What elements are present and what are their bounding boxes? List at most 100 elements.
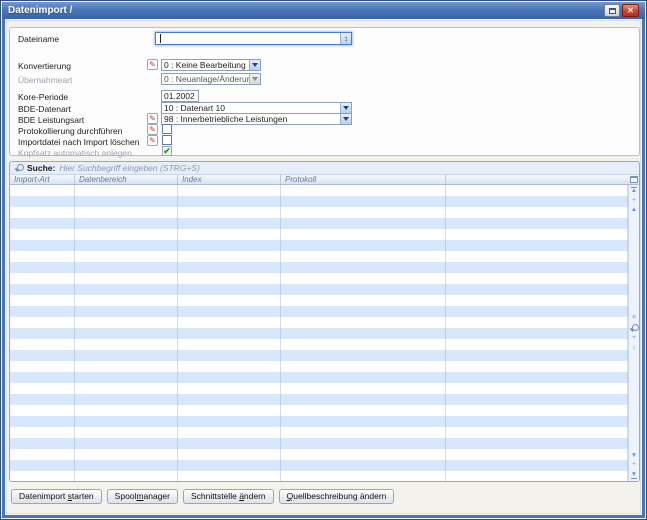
table-row[interactable] [10, 240, 628, 251]
quellbeschreibung-aendern-button[interactable]: Quellbeschreibung ändern [279, 489, 395, 504]
konvertierung-dropdown-button[interactable] [249, 60, 260, 70]
konvertierung-select[interactable]: 0 : Keine Bearbeitung [161, 59, 261, 71]
table-cell [281, 460, 446, 471]
spoolmanager-button[interactable]: Spoolmanager [107, 489, 178, 504]
table-cell [10, 218, 75, 229]
table-cell [178, 405, 281, 416]
konvertierung-value: 0 : Keine Bearbeitung [162, 60, 249, 70]
table-row[interactable] [10, 416, 628, 427]
table-row[interactable] [10, 328, 628, 339]
bde-leistungsart-dropdown-button[interactable] [340, 114, 351, 124]
table-cell [281, 295, 446, 306]
table-row[interactable] [10, 438, 628, 449]
dateiname-combobox[interactable]: ↕ [155, 32, 352, 45]
protokollierung-checkbox[interactable] [162, 124, 172, 134]
search-bar[interactable]: Suche: Hier Suchbegriff eingeben (STRG+S… [10, 162, 639, 175]
table-cell [446, 273, 628, 284]
importdatei-checkbox[interactable] [162, 135, 172, 145]
table-cell [178, 394, 281, 405]
table-cell [178, 207, 281, 218]
title-bar[interactable]: Datenimport / ✕ [2, 2, 645, 19]
table-row[interactable] [10, 427, 628, 438]
table-row[interactable] [10, 295, 628, 306]
bde-datenart-dropdown-button[interactable] [340, 103, 351, 113]
column-header-protokoll[interactable]: Protokoll [281, 175, 446, 184]
table-cell [446, 185, 628, 196]
table-row[interactable] [10, 361, 628, 372]
close-button[interactable]: ✕ [622, 4, 639, 17]
konvertierung-label: Konvertierung [18, 61, 71, 71]
table-row[interactable] [10, 317, 628, 328]
column-options-button[interactable] [628, 175, 639, 184]
insert-row-icon[interactable]: + [632, 198, 636, 205]
table-cell [10, 361, 75, 372]
table-row[interactable] [10, 394, 628, 405]
bde-leistungsart-edit-button[interactable]: ✎ [147, 113, 158, 124]
datenimport-starten-button[interactable]: Datenimport starten [11, 489, 102, 504]
table-row[interactable] [10, 339, 628, 350]
table-row[interactable] [10, 350, 628, 361]
append-row-icon[interactable]: + [632, 462, 636, 469]
table-row[interactable] [10, 185, 628, 196]
resize-icon[interactable]: ↕ [632, 345, 635, 352]
table-row[interactable] [10, 306, 628, 317]
table-cell [281, 317, 446, 328]
table-cell [281, 207, 446, 218]
table-row[interactable] [10, 273, 628, 284]
column-header-index[interactable]: Index [178, 175, 281, 184]
importdatei-edit-button[interactable]: ✎ [147, 135, 158, 146]
search-icon[interactable] [630, 324, 638, 332]
table-cell [10, 262, 75, 273]
table-cell [75, 306, 178, 317]
konvertierung-edit-button[interactable]: ✎ [147, 59, 158, 70]
maximize-icon [609, 8, 616, 14]
import-settings-group: Dateiname ↕ Konvertierung ✎ 0 : Keine Be… [9, 27, 640, 156]
chevron-down-icon [252, 77, 258, 81]
table-row[interactable] [10, 196, 628, 207]
table-cell [75, 218, 178, 229]
table-cell [281, 262, 446, 273]
table-row[interactable] [10, 284, 628, 295]
scroll-to-bottom-icon[interactable]: ▼ [631, 472, 637, 480]
table-row[interactable] [10, 207, 628, 218]
column-header-import-art[interactable]: Import-Art [10, 175, 75, 184]
schnittstelle-aendern-button[interactable]: Schnittstelle ändern [183, 489, 274, 504]
scroll-up-icon[interactable]: ▲ [631, 207, 637, 214]
maximize-button[interactable] [604, 4, 620, 17]
kore-periode-input[interactable]: 01.2002 [161, 90, 199, 102]
add-icon[interactable]: + [632, 335, 636, 342]
table-row[interactable] [10, 471, 628, 481]
side-toolbar-bottom-group: ▼ + ▼ [631, 453, 637, 480]
table-cell [178, 361, 281, 372]
column-header-extra[interactable] [446, 175, 628, 184]
bde-leistungsart-select[interactable]: 98 : Innerbetriebliche Leistungen [161, 113, 352, 125]
scroll-down-icon[interactable]: ▼ [631, 453, 637, 460]
table-row[interactable] [10, 460, 628, 471]
table-cell [281, 229, 446, 240]
table-cell [281, 383, 446, 394]
table-row[interactable] [10, 372, 628, 383]
table-cell [281, 361, 446, 372]
table-row[interactable] [10, 218, 628, 229]
table-cell [178, 449, 281, 460]
table-row[interactable] [10, 229, 628, 240]
table-cell [75, 427, 178, 438]
table-cell [75, 350, 178, 361]
column-header-datenbereich[interactable]: Datenbereich [75, 175, 178, 184]
protokollierung-edit-button[interactable]: ✎ [147, 124, 158, 135]
table-row[interactable] [10, 383, 628, 394]
table-cell [10, 438, 75, 449]
table-row[interactable] [10, 405, 628, 416]
updown-arrow-icon: ↕ [344, 35, 348, 43]
table-cell [10, 460, 75, 471]
table-row[interactable] [10, 251, 628, 262]
menu-icon[interactable]: ≡ [632, 315, 636, 322]
kore-periode-label: Kore-Periode [18, 92, 68, 102]
dateiname-dropdown-button[interactable]: ↕ [340, 33, 351, 44]
scroll-to-top-icon[interactable]: ▲ [631, 187, 637, 195]
table-cell [178, 383, 281, 394]
table-row[interactable] [10, 262, 628, 273]
table-cell [75, 361, 178, 372]
table-row[interactable] [10, 449, 628, 460]
pencil-icon: ✎ [149, 61, 156, 69]
